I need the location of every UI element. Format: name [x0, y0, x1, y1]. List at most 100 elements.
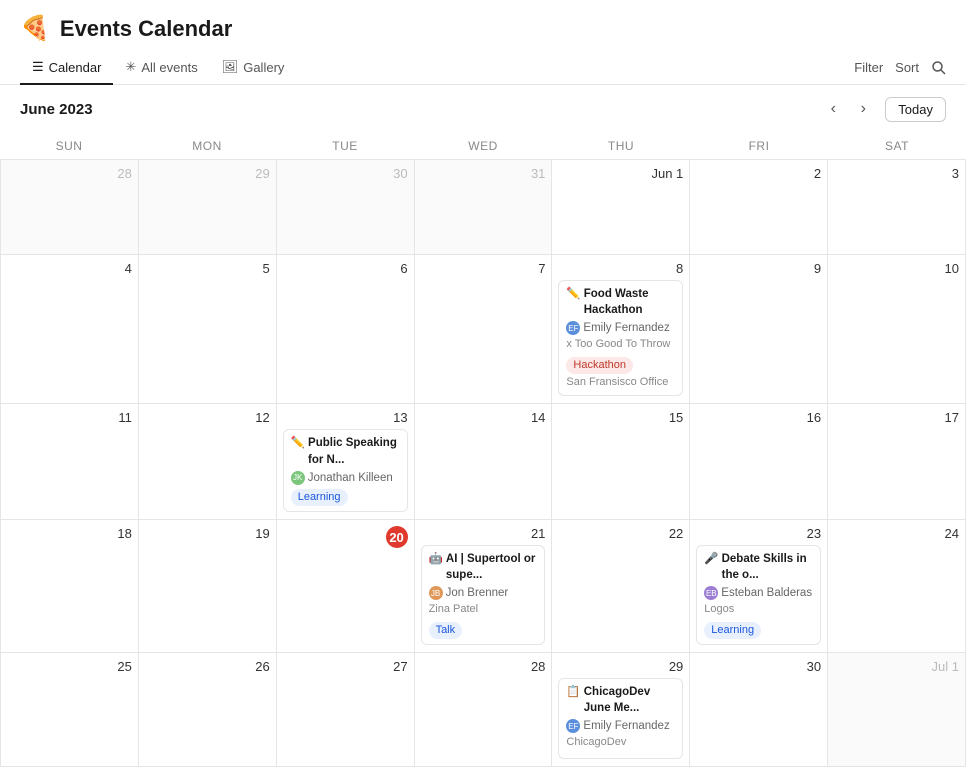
header-mon: Mon	[138, 133, 276, 159]
event-tag: Hackathon	[566, 357, 633, 374]
day-number: 5	[145, 261, 270, 276]
month-label: June 2023	[20, 101, 93, 118]
day-number: 19	[145, 526, 270, 541]
cal-day-may30: 30	[277, 160, 415, 255]
event-tag: Learning	[704, 622, 761, 639]
calendar-grid: Sun Mon Tue Wed Thu Fri Sat 28 29 30 31 …	[0, 133, 966, 767]
nav-controls: ‹ ›	[819, 95, 877, 123]
cal-day-jun23[interactable]: 23 🎤 Debate Skills in the o... EB Esteba…	[690, 520, 828, 653]
cal-day-jun25: 25	[1, 653, 139, 767]
filter-button[interactable]: Filter	[854, 60, 883, 75]
day-number: 28	[7, 166, 132, 181]
event-robot-icon: 🤖	[429, 551, 443, 567]
header-thu: Thu	[552, 133, 690, 159]
cal-day-jun22: 22	[552, 520, 690, 653]
tab-gallery[interactable]: 🖼 Gallery	[210, 51, 297, 85]
day-number: 18	[7, 526, 132, 541]
event-person: EF Emily Fernandez	[566, 718, 675, 734]
event-title: 🎤 Debate Skills in the o...	[704, 551, 813, 583]
day-number: 31	[421, 166, 546, 181]
nav-tabs: ☰ Calendar ✳ All events 🖼 Gallery Filter…	[0, 51, 966, 85]
day-number: Jul 1	[834, 659, 959, 674]
event-org: x Too Good To Throw	[566, 337, 675, 352]
day-number: 10	[834, 261, 959, 276]
cal-day-jun17: 17	[828, 404, 966, 520]
day-number: 3	[834, 166, 959, 181]
cal-day-jun2: 2	[690, 160, 828, 255]
event-ai-supertool[interactable]: 🤖 AI | Supertool or supe... JB Jon Brenn…	[421, 545, 546, 645]
cal-day-jun20: 20	[277, 520, 415, 653]
day-number: 14	[421, 410, 546, 425]
calendar-toolbar: June 2023 ‹ › Today	[0, 85, 966, 133]
today-button[interactable]: Today	[885, 97, 946, 122]
day-number: 17	[834, 410, 959, 425]
day-number: 21	[421, 526, 546, 541]
avatar: EF	[566, 719, 580, 733]
cal-day-jun26: 26	[139, 653, 277, 767]
search-icon	[931, 60, 946, 75]
day-number: 13	[283, 410, 408, 425]
event-title: ✏️ Public Speaking for N...	[291, 435, 400, 467]
sort-button[interactable]: Sort	[895, 60, 919, 75]
day-number: 28	[421, 659, 546, 674]
header-sat: Sat	[828, 133, 966, 159]
cal-day-jun30: 30	[690, 653, 828, 767]
day-number: 12	[145, 410, 270, 425]
cal-day-jun4: 4	[1, 255, 139, 404]
day-number: 16	[696, 410, 821, 425]
cal-day-jun27: 27	[277, 653, 415, 767]
cal-day-may28: 28	[1, 160, 139, 255]
event-person: EF Emily Fernandez	[566, 320, 675, 336]
day-number: 9	[696, 261, 821, 276]
avatar: JK	[291, 471, 305, 485]
day-headers: Sun Mon Tue Wed Thu Fri Sat	[0, 133, 966, 160]
day-number: 6	[283, 261, 408, 276]
event-chicagodev[interactable]: 📋 ChicagoDev June Me... EF Emily Fernand…	[558, 678, 683, 759]
tab-calendar[interactable]: ☰ Calendar	[20, 51, 113, 85]
cal-day-may29: 29	[139, 160, 277, 255]
day-number: Jun 1	[558, 166, 683, 181]
cal-day-jun18: 18	[1, 520, 139, 653]
event-debate-skills[interactable]: 🎤 Debate Skills in the o... EB Esteban B…	[696, 545, 821, 645]
event-food-waste[interactable]: ✏️ Food Waste Hackathon EF Emily Fernand…	[558, 280, 683, 396]
cal-day-jun10: 10	[828, 255, 966, 404]
event-person: EB Esteban Balderas	[704, 585, 813, 601]
header-wed: Wed	[414, 133, 552, 159]
event-tag: Talk	[429, 622, 463, 639]
cal-day-jun29[interactable]: 29 📋 ChicagoDev June Me... EF Emily Fern…	[552, 653, 690, 767]
cal-day-jun13[interactable]: 13 ✏️ Public Speaking for N... JK Jonath…	[277, 404, 415, 520]
cal-day-jun5: 5	[139, 255, 277, 404]
event-pencil-icon: ✏️	[291, 435, 305, 451]
cal-day-jun21[interactable]: 21 🤖 AI | Supertool or supe... JB Jon Br…	[415, 520, 553, 653]
cal-day-jun28: 28	[415, 653, 553, 767]
day-number: 8	[558, 261, 683, 276]
event-title: 🤖 AI | Supertool or supe...	[429, 551, 538, 583]
cal-day-jun16: 16	[690, 404, 828, 520]
event-location: San Fransisco Office	[566, 375, 675, 390]
day-number: 23	[696, 526, 821, 541]
prev-month-button[interactable]: ‹	[819, 95, 847, 123]
day-number: 11	[7, 410, 132, 425]
cal-day-jun11: 11	[1, 404, 139, 520]
cal-day-jun3: 3	[828, 160, 966, 255]
cal-day-jun8[interactable]: 8 ✏️ Food Waste Hackathon EF Emily Ferna…	[552, 255, 690, 404]
event-public-speaking[interactable]: ✏️ Public Speaking for N... JK Jonathan …	[283, 429, 408, 512]
gallery-icon: 🖼	[222, 59, 239, 75]
day-number: 22	[558, 526, 683, 541]
next-month-button[interactable]: ›	[849, 95, 877, 123]
header-fri: Fri	[690, 133, 828, 159]
day-number: 25	[7, 659, 132, 674]
event-person2: Zina Patel	[429, 602, 538, 617]
search-button[interactable]	[931, 60, 946, 75]
tab-all-events[interactable]: ✳ All events	[113, 51, 209, 85]
event-title: ✏️ Food Waste Hackathon	[566, 286, 675, 318]
day-number: 15	[558, 410, 683, 425]
event-person: JB Jon Brenner	[429, 585, 538, 601]
event-clipboard-icon: 📋	[566, 684, 580, 700]
cal-day-jun1: Jun 1	[552, 160, 690, 255]
avatar: EB	[704, 586, 718, 600]
header-sun: Sun	[0, 133, 138, 159]
avatar: EF	[566, 321, 580, 335]
day-number: 26	[145, 659, 270, 674]
calendar-body: 28 29 30 31 Jun 1 2 3 4 5 6 7	[0, 160, 966, 767]
